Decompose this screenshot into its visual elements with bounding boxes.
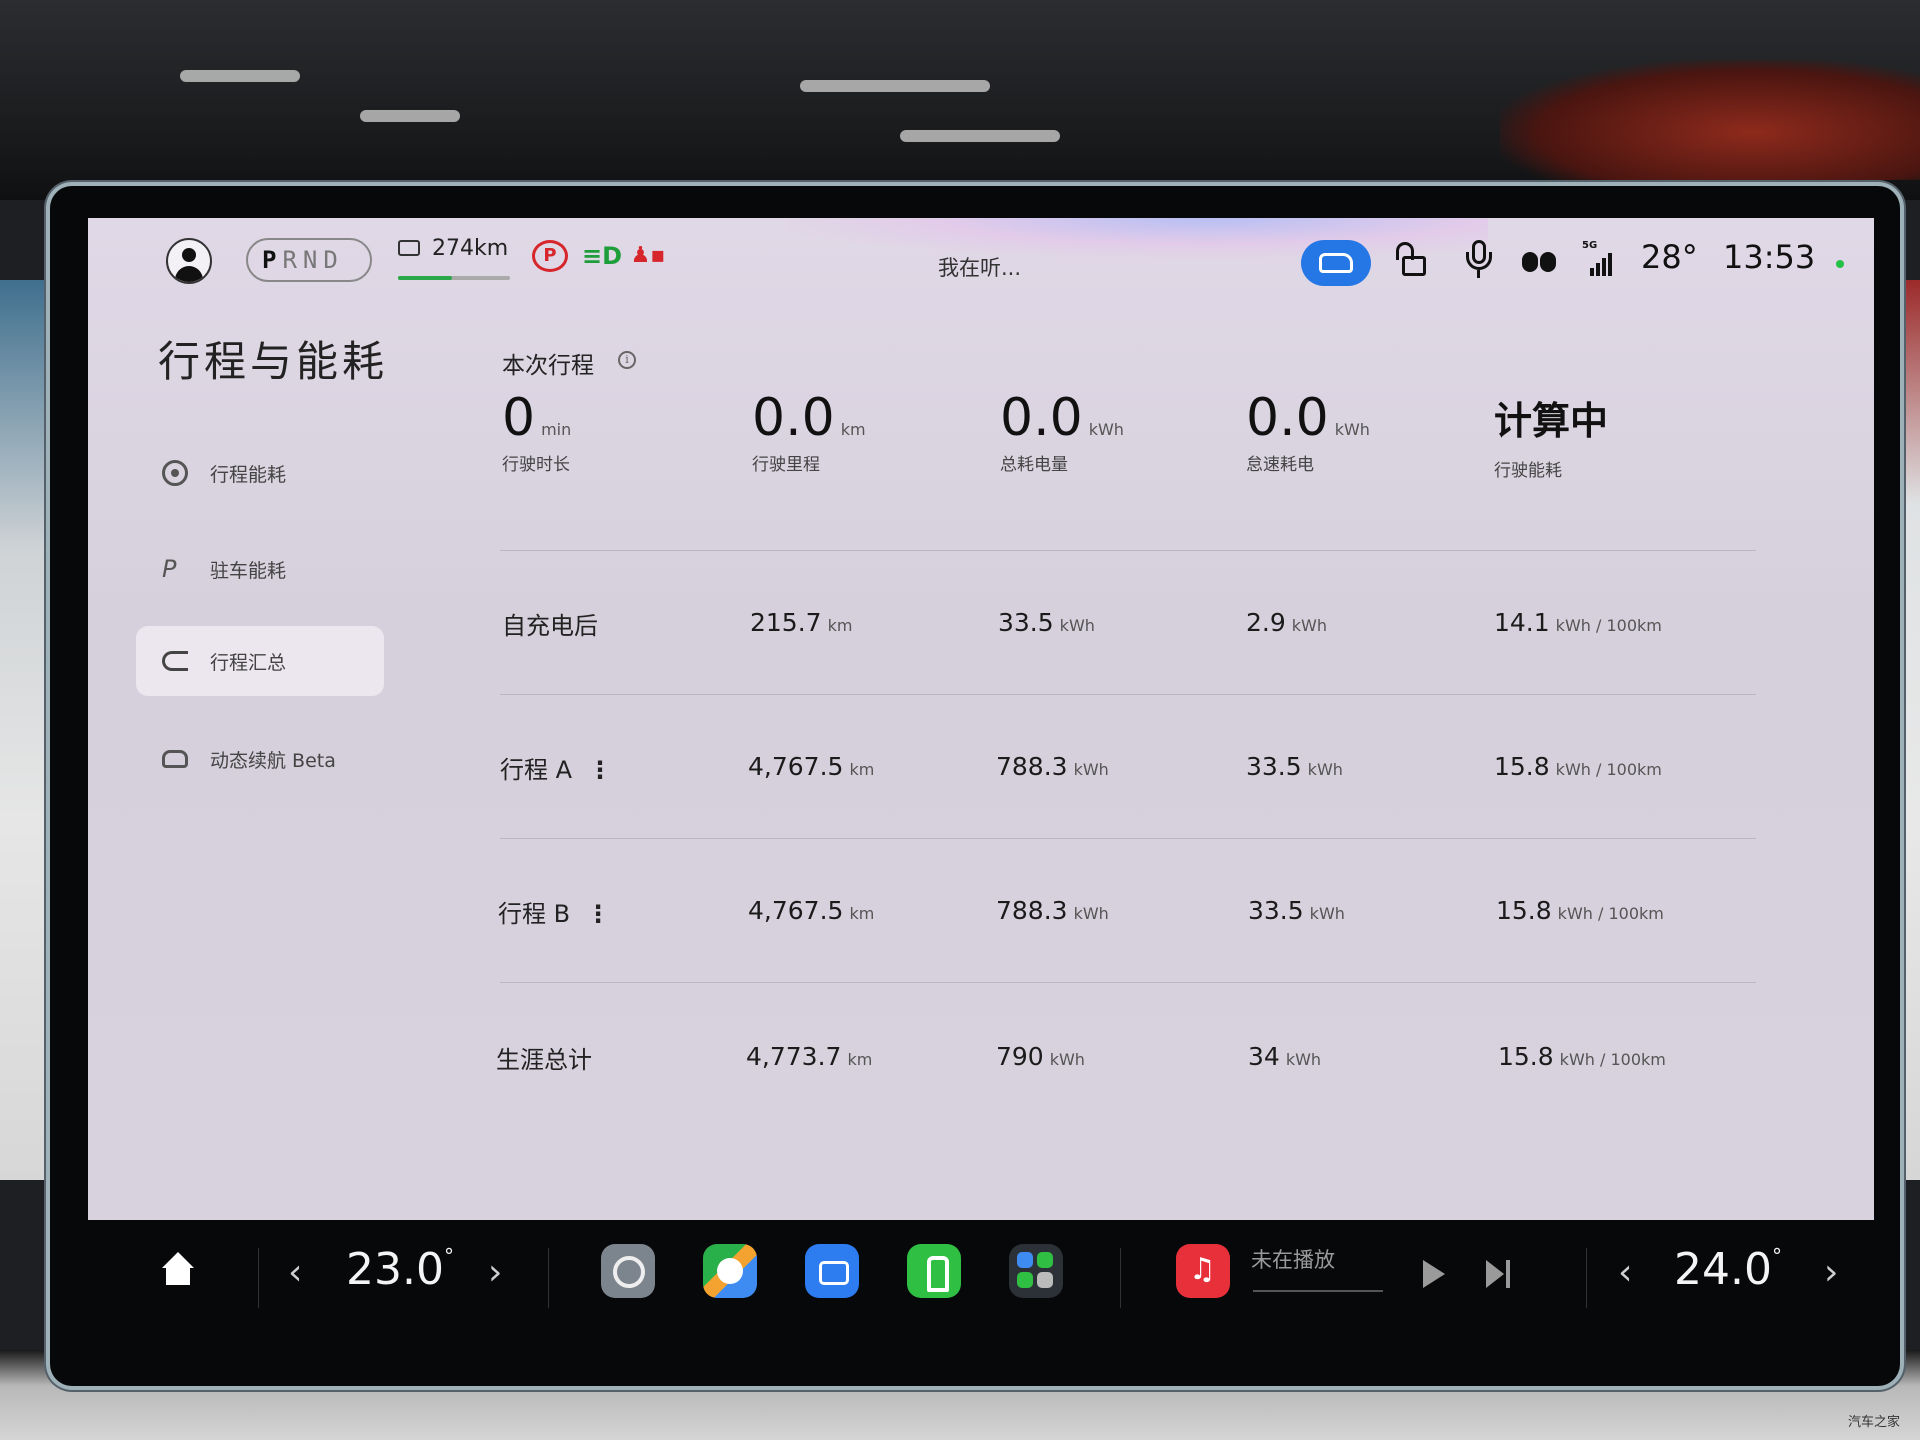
battery-icon xyxy=(398,240,420,256)
profile-avatar-icon[interactable] xyxy=(166,238,212,284)
cell-energy: 788.3 kWh xyxy=(996,896,1109,925)
dock-separator xyxy=(1586,1248,1587,1308)
right-temp-up-icon[interactable]: › xyxy=(1824,1252,1838,1293)
section-title: 本次行程 xyxy=(502,353,594,379)
trip-b-more-icon[interactable]: ⋮ xyxy=(586,900,610,928)
cell-idle: 34 kWh xyxy=(1248,1042,1322,1071)
seatbelt-warning-icon: ♟▪ xyxy=(630,243,666,268)
sidebar-item-label: 行程能耗 xyxy=(210,464,287,486)
microphone-icon[interactable] xyxy=(1466,240,1492,280)
stat-idle-energy: 0.0 kWh 怠速耗电 xyxy=(1246,388,1370,475)
sidebar-item-trip-summary[interactable]: 行程汇总 xyxy=(136,626,384,696)
sidebar-item-label: 动态续航 Beta xyxy=(210,750,336,772)
driver-temperature[interactable]: 23.0° xyxy=(346,1244,454,1295)
outside-temperature: 28° xyxy=(1641,238,1698,276)
navigation-app-icon[interactable] xyxy=(703,1244,757,1298)
sidebar-item-trip-energy[interactable]: 行程能耗 xyxy=(136,438,384,508)
gear-r: R xyxy=(282,246,303,274)
car-control-button[interactable] xyxy=(1301,240,1371,286)
cell-idle: 2.9 kWh xyxy=(1246,608,1327,637)
media-progress xyxy=(1253,1290,1383,1292)
row-label-since-charge: 自充电后 xyxy=(502,612,598,640)
stat-duration: 0 min 行驶时长 xyxy=(502,388,572,475)
network-type: 5G xyxy=(1582,240,1598,251)
cell-efficiency: 15.8 kWh / 100km xyxy=(1494,752,1662,781)
unlock-icon[interactable] xyxy=(1396,242,1426,278)
dock-separator xyxy=(258,1248,259,1308)
sentry-binoculars-icon[interactable] xyxy=(1522,246,1556,272)
next-track-icon[interactable] xyxy=(1486,1260,1512,1288)
cell-efficiency: 15.8 kWh / 100km xyxy=(1498,1042,1666,1071)
status-bar: PRND 274km P ≡D ♟▪ 我在听... 5G 28° 13:53 xyxy=(88,218,1874,308)
stat-efficiency: 计算中 行驶能耗 xyxy=(1494,399,1609,481)
controls-app-icon[interactable] xyxy=(1009,1244,1063,1298)
passenger-temperature[interactable]: 24.0° xyxy=(1674,1244,1782,1295)
clock: 13:53 xyxy=(1723,238,1816,276)
steering-wheel-icon xyxy=(162,460,188,486)
row-label-trip-b: 行程 B ⋮ xyxy=(498,900,611,928)
dock-separator xyxy=(548,1248,549,1308)
media-status: 未在播放 xyxy=(1251,1248,1335,1272)
gear-d: D xyxy=(323,246,344,274)
sidebar-item-dynamic-range[interactable]: 动态续航 Beta xyxy=(136,724,384,794)
divider xyxy=(500,838,1756,839)
right-temp-down-icon[interactable]: ‹ xyxy=(1618,1252,1632,1293)
cell-distance: 4,767.5 km xyxy=(748,752,875,781)
info-icon[interactable]: i xyxy=(618,351,636,369)
battery-range[interactable]: 274km xyxy=(398,236,512,284)
cell-efficiency: 15.8 kWh / 100km xyxy=(1496,896,1664,925)
cell-idle: 33.5 kWh xyxy=(1246,752,1343,781)
range-value: 274km xyxy=(432,236,509,261)
cell-energy: 788.3 kWh xyxy=(996,752,1109,781)
voice-assistant-status[interactable]: 我在听... xyxy=(938,252,1021,282)
music-app-icon[interactable] xyxy=(1176,1244,1230,1298)
sidebar-item-parking-energy[interactable]: P 驻车能耗 xyxy=(136,534,384,604)
cell-efficiency: 14.1 kWh / 100km xyxy=(1494,608,1662,637)
cell-energy: 790 kWh xyxy=(996,1042,1085,1071)
play-icon[interactable] xyxy=(1423,1260,1445,1288)
divider xyxy=(500,550,1756,551)
home-icon[interactable] xyxy=(160,1252,196,1288)
parking-icon: P xyxy=(162,555,177,583)
battery-level-bar xyxy=(398,276,510,280)
headlight-icon: ≡D xyxy=(582,242,623,270)
cell-distance: 4,767.5 km xyxy=(748,896,875,925)
trip-a-more-icon[interactable]: ⋮ xyxy=(588,756,612,784)
video-app-icon[interactable] xyxy=(805,1244,859,1298)
cell-energy: 33.5 kWh xyxy=(998,608,1095,637)
parking-brake-icon: P xyxy=(532,240,568,272)
cell-idle: 33.5 kWh xyxy=(1248,896,1345,925)
divider xyxy=(500,982,1756,983)
left-temp-down-icon[interactable]: ‹ xyxy=(288,1252,302,1293)
cell-distance: 4,773.7 km xyxy=(746,1042,873,1071)
signal-strength-icon: 5G xyxy=(1582,240,1616,276)
cell-distance: 215.7 km xyxy=(750,608,853,637)
page-title: 行程与能耗 xyxy=(158,337,389,386)
sidebar-item-label: 驻车能耗 xyxy=(210,560,287,582)
photo-background-top xyxy=(0,0,1920,200)
row-label-lifetime: 生涯总计 xyxy=(496,1046,592,1074)
dock-separator xyxy=(1120,1248,1121,1308)
bottom-dock: ‹ 23.0° › 未在播放 ‹ 24.0° › xyxy=(88,1228,1874,1358)
car-icon xyxy=(162,750,188,768)
seat-app-icon[interactable] xyxy=(907,1244,961,1298)
sidebar-item-label: 行程汇总 xyxy=(210,652,287,674)
stat-distance: 0.0 km 行驶里程 xyxy=(752,388,866,475)
car-icon xyxy=(1319,253,1353,273)
gear-p: P xyxy=(262,246,283,274)
route-icon xyxy=(162,651,188,671)
row-label-trip-a: 行程 A ⋮ xyxy=(500,756,613,784)
watermark: 汽车之家 xyxy=(1847,1415,1900,1430)
gear-n: N xyxy=(302,246,324,274)
divider xyxy=(500,694,1756,695)
settings-app-icon[interactable] xyxy=(601,1244,655,1298)
left-temp-up-icon[interactable]: › xyxy=(488,1252,502,1293)
stat-total-energy: 0.0 kWh 总耗电量 xyxy=(1000,388,1124,475)
privacy-indicator-dot xyxy=(1836,260,1844,268)
touch-screen: PRND 274km P ≡D ♟▪ 我在听... 5G 28° 13:53 行… xyxy=(88,218,1874,1220)
gear-selector[interactable]: PRND xyxy=(246,238,372,282)
